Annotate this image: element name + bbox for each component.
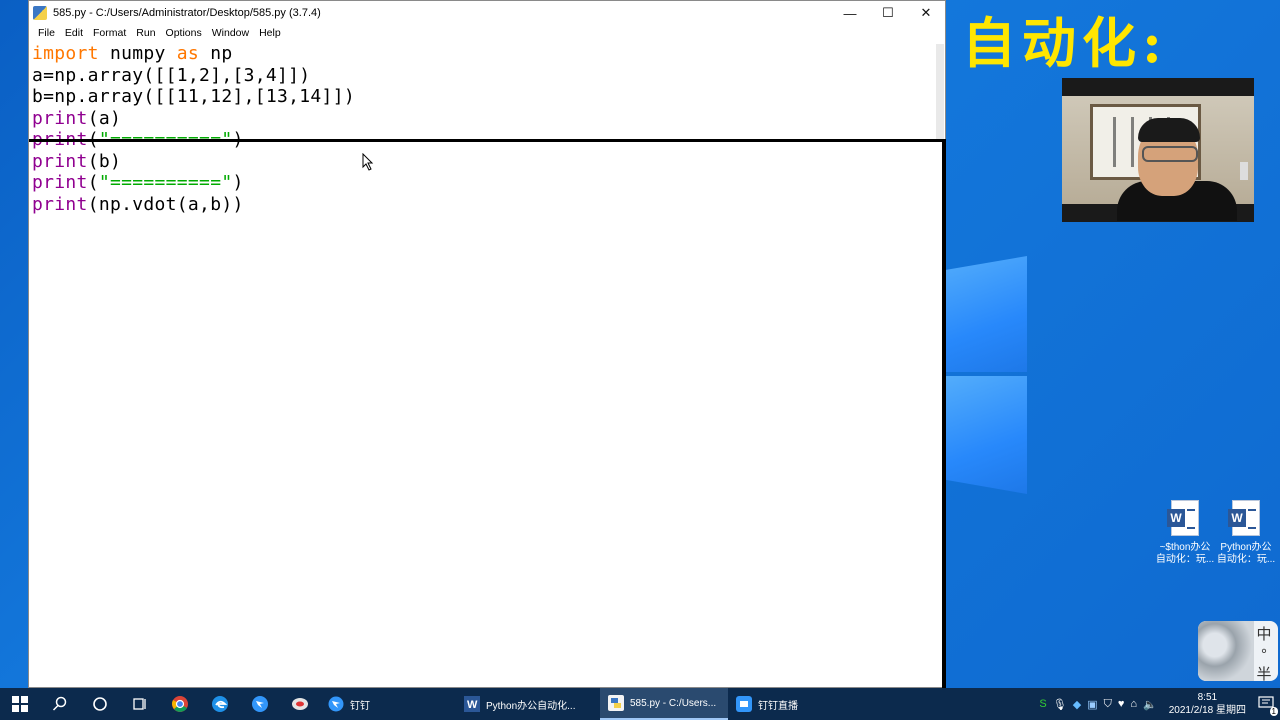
taskbar-app-dingtalk[interactable]: 钉钉: [320, 688, 456, 720]
menu-edit[interactable]: Edit: [60, 25, 88, 41]
windows-start-icon[interactable]: [0, 688, 40, 720]
mouse-cursor-icon: [362, 153, 374, 171]
overlay-frame-top: [29, 139, 946, 142]
desktop-icon-label: ~$thon办公: [1159, 542, 1211, 553]
search-icon[interactable]: [40, 688, 80, 720]
webcam-overlay: [1062, 78, 1254, 222]
word-document-icon: W: [1167, 500, 1199, 536]
wps-tray-icon[interactable]: S: [1039, 698, 1046, 710]
lesson-banner: 自动化:: [962, 11, 1168, 75]
code-line: a=np.array([[1,2],[3,4]]): [32, 64, 311, 86]
maximize-button[interactable]: ☐: [869, 1, 907, 25]
shield-icon[interactable]: ⛉: [1104, 698, 1112, 711]
system-tray: S 🎙 ◆ ▣ ⛉ ♥ ⌂ 🔈 8:51 2021/2/18 星期四 1: [1039, 691, 1280, 717]
dingtalk-tray-icon[interactable]: ◆: [1073, 698, 1081, 711]
clock[interactable]: 8:51 2021/2/18 星期四: [1163, 691, 1252, 717]
windows-logo-pane-top: [946, 256, 1027, 372]
idle-editor-window: 585.py - C:/Users/Administrator/Desktop/…: [28, 0, 946, 688]
taskbar-app-label: 585.py - C:/Users...: [630, 697, 717, 709]
taskbar-app-word[interactable]: W Python办公自动化...: [456, 688, 600, 720]
menu-file[interactable]: File: [33, 25, 60, 41]
overlay-frame-right: [942, 139, 946, 688]
taskbar-app-label: 钉钉: [350, 700, 370, 712]
editor-scrollbar[interactable]: [936, 44, 944, 139]
volume-icon[interactable]: 🔈: [1143, 698, 1157, 711]
svg-text:W: W: [467, 699, 478, 711]
desktop-icon-python-doc[interactable]: W Python办公 自动化：玩...: [1216, 500, 1276, 566]
title-bar[interactable]: 585.py - C:/Users/Administrator/Desktop/…: [29, 1, 945, 25]
desktop-icon-label: Python办公: [1220, 542, 1272, 553]
code-line: print(b): [32, 150, 122, 172]
taskbar-app-dingtalk-live[interactable]: 钉钉直播: [728, 688, 844, 720]
dingtalk-live-icon: [736, 696, 752, 712]
dingtalk-icon: [328, 696, 344, 712]
network-icon[interactable]: ⌂: [1130, 698, 1137, 710]
desktop-icon-label: 自动化：玩...: [1216, 554, 1276, 565]
chrome-icon[interactable]: [160, 688, 200, 720]
word-icon: W: [464, 696, 480, 712]
edge-icon[interactable]: [200, 688, 240, 720]
menu-format[interactable]: Format: [88, 25, 131, 41]
close-button[interactable]: ✕: [907, 1, 945, 25]
screenshot-tool-icon[interactable]: [280, 688, 320, 720]
code-line: import numpy as np: [32, 43, 233, 64]
code-line: print("=========="): [32, 172, 244, 193]
security-tray-icon[interactable]: ♥: [1118, 698, 1125, 710]
python-idle-icon: [608, 695, 624, 711]
menu-window[interactable]: Window: [207, 25, 254, 41]
windows-logo-pane-bottom: [946, 376, 1027, 494]
desktop-icon-temp-doc[interactable]: W ~$thon办公 自动化：玩...: [1155, 500, 1215, 566]
notification-count: 1: [1269, 706, 1278, 716]
taskbar-app-label: 钉钉直播: [758, 700, 798, 712]
cortana-icon[interactable]: [80, 688, 120, 720]
desktop-icon-label: 自动化：玩...: [1155, 554, 1215, 565]
python-idle-icon: [33, 6, 47, 20]
ime-half-width[interactable]: 半: [1254, 665, 1274, 681]
menu-help[interactable]: Help: [254, 25, 286, 41]
ime-punctuation[interactable]: °: [1254, 645, 1274, 665]
code-line: b=np.array([[11,12],[13,14]]): [32, 86, 355, 107]
menu-run[interactable]: Run: [131, 25, 160, 41]
menu-options[interactable]: Options: [161, 25, 207, 41]
menu-bar: File Edit Format Run Options Window Help: [29, 25, 945, 41]
cat-avatar-icon: [1198, 621, 1254, 681]
taskbar-app-label: Python办公自动化...: [486, 700, 576, 712]
minimize-button[interactable]: —: [831, 1, 869, 25]
network-status-icon[interactable]: ▣: [1087, 698, 1097, 711]
code-line: print(a): [32, 107, 122, 129]
taskbar: 钉钉 W Python办公自动化... 585.py - C:/Users...…: [0, 688, 1280, 720]
task-view-icon[interactable]: [120, 688, 160, 720]
word-document-icon: W: [1228, 500, 1260, 536]
microphone-icon[interactable]: 🎙: [1053, 698, 1067, 711]
window-title: 585.py - C:/Users/Administrator/Desktop/…: [53, 7, 321, 19]
clock-date: 2021/2/18 星期四: [1168, 705, 1246, 716]
dingtalk-pin-icon[interactable]: [240, 688, 280, 720]
taskbar-app-idle[interactable]: 585.py - C:/Users...: [600, 688, 728, 720]
ime-mode-chinese[interactable]: 中: [1254, 625, 1274, 645]
notification-icon[interactable]: 1: [1258, 695, 1278, 716]
clock-time: 8:51: [1197, 692, 1218, 703]
ime-cat-widget[interactable]: 中 ° 半: [1198, 621, 1278, 681]
code-line: print(np.vdot(a,b)): [32, 193, 244, 215]
